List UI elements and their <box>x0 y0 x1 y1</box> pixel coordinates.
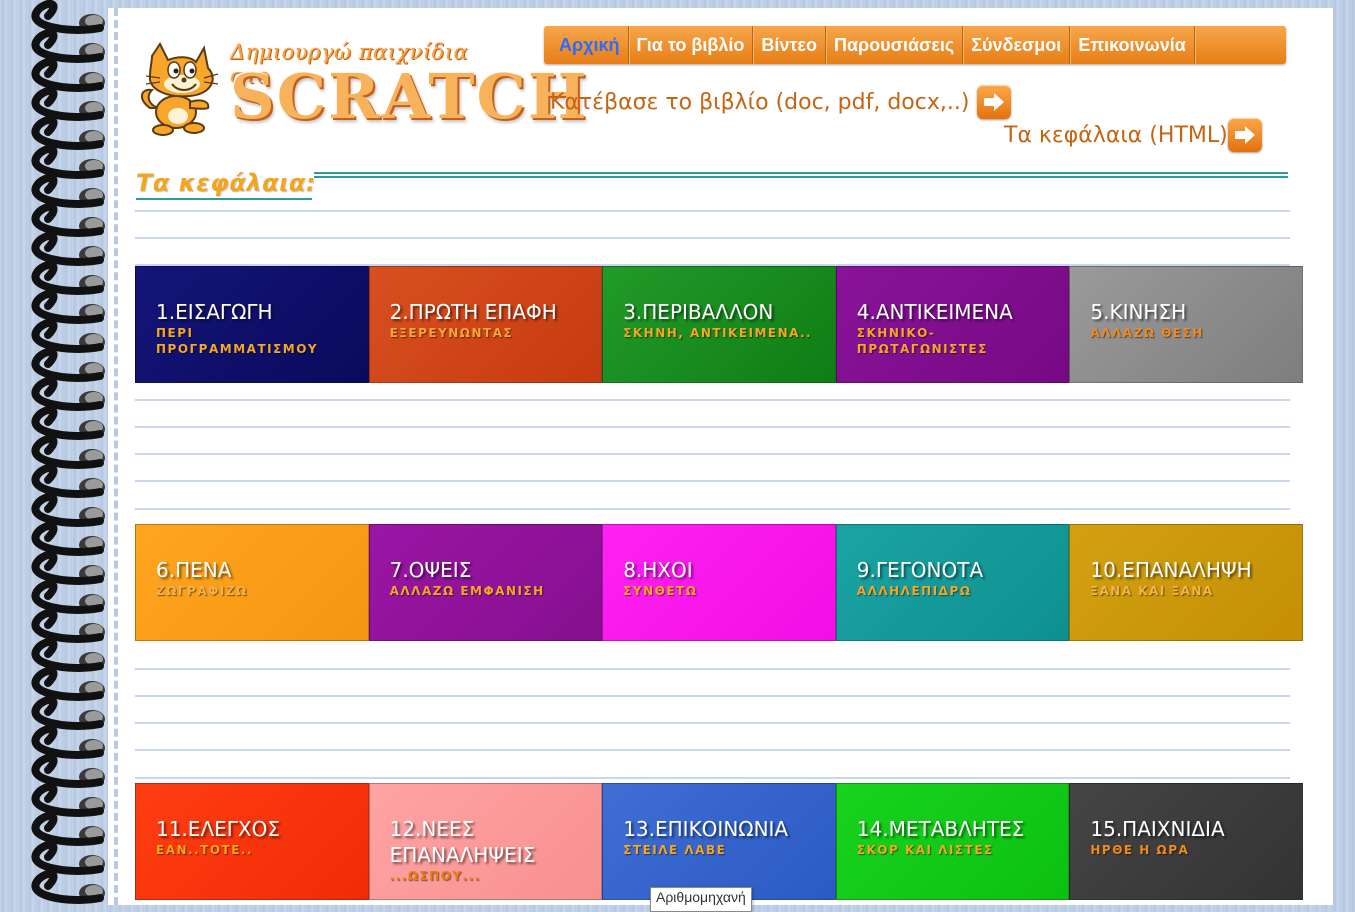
chapter-tile[interactable]: 6.ΠΕΝΑ ΖΩΓΡΑΦΙΖΩ <box>135 524 369 641</box>
chapter-title: 7.ΟΨΕΙΣ <box>389 558 472 582</box>
nav-item-1[interactable]: Αρχική <box>544 26 629 64</box>
main-nav: Αρχική Για το βιβλίο Βίντεο Παρουσιάσεις Σύν… <box>544 26 1286 64</box>
nav-item-6[interactable]: Επικοινωνία <box>1070 26 1195 64</box>
chapter-tile[interactable]: 12.ΝΕΕΣ ΕΠΑΝΑΛΗΨΕΙΣ ...ΩΣΠΟΥ... <box>368 783 603 900</box>
chapter-subtitle: ΑΛΛΑΖΩ ΘΕΣΗ <box>1090 326 1204 340</box>
chapter-tile[interactable]: 13.ΕΠΙΚΟΙΝΩΝΙΑ ΣΤΕΙΛΕ ΛΑΒΕ <box>602 783 836 900</box>
chapter-tile[interactable]: 3.ΠΕΡΙΒΑΛΛΟΝ ΣΚΗΝΗ, ΑΝΤΙΚΕΙΜΕΝΑ.. <box>602 266 836 383</box>
arrow-right-icon[interactable] <box>977 85 1012 119</box>
chapter-tile[interactable]: 11.ΕΛΕΓΧΟΣ ΕΑΝ..ΤΟΤΕ.. <box>135 783 369 900</box>
nav-item-4[interactable]: Παρουσιάσεις <box>826 26 964 64</box>
chapter-title: 3.ΠΕΡΙΒΑΛΛΟΝ <box>623 300 774 324</box>
logo-wordmark: SCRATCH <box>230 60 589 133</box>
chapter-row-2: 6.ΠΕΝΑ ΖΩΓΡΑΦΙΖΩ 7.ΟΨΕΙΣ ΑΛΛΑΖΩ ΕΜΦΑΝΙΣΗ 8.Η… <box>135 524 1303 641</box>
chapter-subtitle: ΣΥΝΘΕΤΩ <box>623 584 698 598</box>
chapter-subtitle: ΑΛΛΑΖΩ ΕΜΦΑΝΙΣΗ <box>389 584 545 598</box>
chapter-title: 10.ΕΠΑΝΑΛΗΨΗ <box>1090 558 1252 582</box>
chapter-tile[interactable]: 14.ΜΕΤΑΒΛΗΤΕΣ ΣΚΟΡ ΚΑΙ ΛΙΣΤΕΣ <box>835 783 1070 900</box>
chapter-subtitle: ...ΩΣΠΟΥ... <box>389 869 481 883</box>
chapter-subtitle: ΣΚΟΡ ΚΑΙ ΛΙΣΤΕΣ <box>856 843 994 857</box>
chapter-subtitle: ΑΛΛΗΛΕΠΙΔΡΩ <box>856 584 972 598</box>
nav-item-5[interactable]: Σύνδεσμοι <box>963 26 1071 64</box>
chapter-subtitle: ΗΡΘΕ Η ΩΡΑ <box>1090 843 1190 857</box>
chapter-title: 11.ΕΛΕΓΧΟΣ <box>156 817 280 841</box>
chapter-tile[interactable]: 7.ΟΨΕΙΣ ΑΛΛΑΖΩ ΕΜΦΑΝΙΣΗ <box>368 524 603 641</box>
chapter-title: 2.ΠΡΩΤΗ ΕΠΑΦΗ <box>389 300 557 324</box>
chapter-subtitle: ΞΑΝΑ ΚΑΙ ΞΑΝΑ <box>1090 584 1214 598</box>
heading-rule <box>314 172 1288 180</box>
chapters-heading: Τα κεφάλαια: <box>136 169 316 197</box>
scratch-cat-icon <box>141 42 219 136</box>
chapter-title: 1.ΕΙΣΑΓΩΓΗ <box>156 300 273 324</box>
heading-underline <box>136 198 312 200</box>
chapter-subtitle: ΕΑΝ..ΤΟΤΕ.. <box>156 843 254 857</box>
tooltip: Αριθμομηχανή <box>650 887 752 912</box>
arrow-right-icon[interactable] <box>1227 118 1262 152</box>
download-book-link[interactable]: Κατέβασε το βιβλίο (doc, pdf, docx,..) <box>550 85 1012 119</box>
chapter-title: 13.ΕΠΙΚΟΙΝΩΝΙΑ <box>623 817 789 841</box>
nav-item-3[interactable]: Βίντεο <box>753 26 826 64</box>
chapter-tile[interactable]: 1.ΕΙΣΑΓΩΓΗ ΠΕΡΙ ΠΡΟΓΡΑΜΜΑΤΙΣΜΟΥ <box>135 266 369 383</box>
chapter-title: 5.ΚΙΝΗΣΗ <box>1090 300 1187 324</box>
chapter-subtitle: ΖΩΓΡΑΦΙΖΩ <box>156 584 248 598</box>
chapters-html-label: Τα κεφάλαια (HTML) <box>1004 122 1228 148</box>
chapter-title: 12.ΝΕΕΣ ΕΠΑΝΑΛΗΨΕΙΣ <box>389 817 536 867</box>
spiral-binding <box>31 0 105 904</box>
chapter-subtitle: ΣΚΗΝΙΚΟ-ΠΡΩΤΑΓΩΝΙΣΤΕΣ <box>856 326 988 356</box>
chapter-title: 9.ΓΕΓΟΝΟΤΑ <box>856 558 984 582</box>
download-book-label: Κατέβασε το βιβλίο (doc, pdf, docx,..) <box>550 89 970 115</box>
chapter-subtitle: ΠΕΡΙ ΠΡΟΓΡΑΜΜΑΤΙΣΜΟΥ <box>156 326 319 356</box>
chapter-title: 8.ΗΧΟΙ <box>623 558 693 582</box>
scratch-logo[interactable]: Δημιουργώ παιχνίδια στο SCRATCH <box>138 38 586 142</box>
chapter-tile[interactable]: 9.ΓΕΓΟΝΟΤΑ ΑΛΛΗΛΕΠΙΔΡΩ <box>835 524 1070 641</box>
chapter-subtitle: ΣΚΗΝΗ, ΑΝΤΙΚΕΙΜΕΝΑ.. <box>623 326 813 340</box>
chapter-tile[interactable]: 4.ΑΝΤΙΚΕΙΜΕΝΑ ΣΚΗΝΙΚΟ-ΠΡΩΤΑΓΩΝΙΣΤΕΣ <box>835 266 1070 383</box>
nav-item-2[interactable]: Για το βιβλίο <box>629 26 754 64</box>
chapter-tile[interactable]: 2.ΠΡΩΤΗ ΕΠΑΦΗ ΕΞΕΡΕΥΝΩΝΤΑΣ <box>368 266 603 383</box>
chapter-tile[interactable]: 5.ΚΙΝΗΣΗ ΑΛΛΑΖΩ ΘΕΣΗ <box>1069 266 1303 383</box>
chapter-row-3: 11.ΕΛΕΓΧΟΣ ΕΑΝ..ΤΟΤΕ.. 12.ΝΕΕΣ ΕΠΑΝΑΛΗΨΕΙΣ… <box>135 783 1303 900</box>
chapter-subtitle: ΕΞΕΡΕΥΝΩΝΤΑΣ <box>389 326 514 340</box>
chapter-tile[interactable]: 10.ΕΠΑΝΑΛΗΨΗ ΞΑΝΑ ΚΑΙ ΞΑΝΑ <box>1069 524 1303 641</box>
chapter-title: 6.ΠΕΝΑ <box>156 558 232 582</box>
chapter-tile[interactable]: 8.ΗΧΟΙ ΣΥΝΘΕΤΩ <box>602 524 836 641</box>
chapter-title: 14.ΜΕΤΑΒΛΗΤΕΣ <box>856 817 1025 841</box>
chapter-tile[interactable]: 15.ΠΑΙΧΝΙΔΙΑ ΗΡΘΕ Η ΩΡΑ <box>1069 783 1303 900</box>
chapter-title: 4.ΑΝΤΙΚΕΙΜΕΝΑ <box>856 300 1013 324</box>
chapter-row-1: 1.ΕΙΣΑΓΩΓΗ ΠΕΡΙ ΠΡΟΓΡΑΜΜΑΤΙΣΜΟΥ 2.ΠΡΩΤΗ ΕΠ… <box>135 266 1303 383</box>
chapter-title: 15.ΠΑΙΧΝΙΔΙΑ <box>1090 817 1225 841</box>
chapters-html-link[interactable]: Τα κεφάλαια (HTML) <box>1004 118 1262 152</box>
chapter-subtitle: ΣΤΕΙΛΕ ΛΑΒΕ <box>623 843 727 857</box>
